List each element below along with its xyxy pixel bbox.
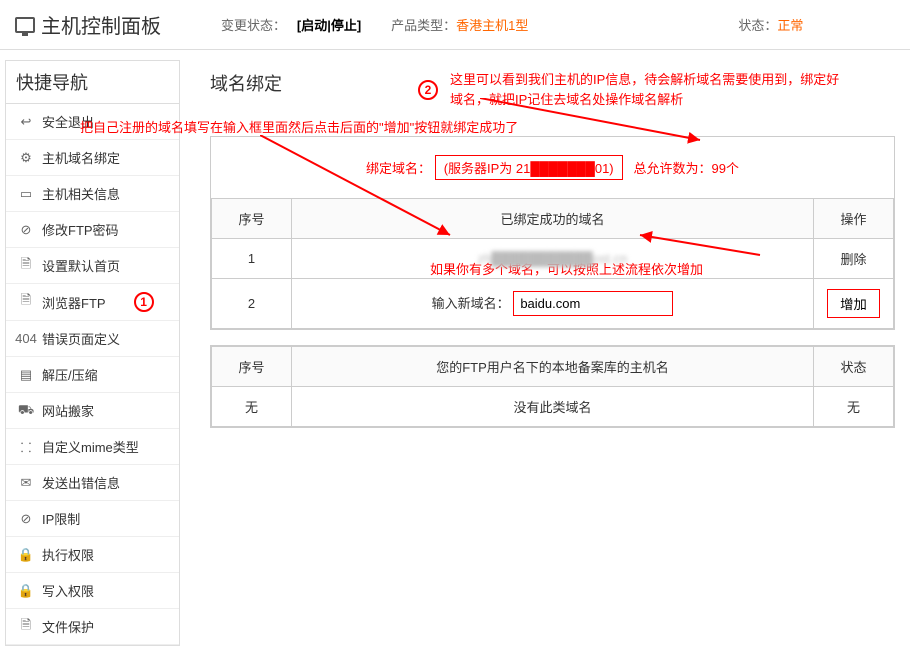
domain-panel: 绑定域名： (服务器IP为 21███████01) 总允许数为：99个 序号 … xyxy=(210,136,895,330)
nav-icon: ↩ xyxy=(18,114,34,130)
nav-icon: ⸬ xyxy=(18,439,34,455)
sidebar-item-6[interactable]: 404 错误页面定义 xyxy=(6,321,179,357)
sidebar-item-13[interactable]: 🔒 写入权限 xyxy=(6,573,179,609)
th-sn: 序号 xyxy=(212,199,292,239)
sidebar-item-4[interactable]: 🗎 设置默认首页 xyxy=(6,248,179,284)
header-meta: 变更状态： [启动|停止] 产品类型：香港主机1型 状态：正常 xyxy=(221,15,803,34)
nav-icon: 🗎 xyxy=(18,294,34,310)
nav-icon: 🗎 xyxy=(18,258,34,274)
status-badge: 正常 xyxy=(777,18,803,33)
delete-button[interactable]: 删除 xyxy=(840,252,866,267)
sidebar: 快捷导航 ↩安全退出⚙主机域名绑定▭主机相关信息⊘修改FTP密码🗎设置默认首页🗎… xyxy=(5,60,180,646)
nav-icon: 🔒 xyxy=(18,583,34,599)
main-content: 域名绑定 2 这里可以看到我们主机的IP信息，待会解析域名需要使用到，绑定好域名… xyxy=(180,50,910,646)
sidebar-item-3[interactable]: ⊘ 修改FTP密码 xyxy=(6,212,179,248)
annotation-badge-1: 1 xyxy=(134,292,154,312)
nav-icon: ⛟ xyxy=(18,403,34,419)
monitor-icon xyxy=(15,17,35,33)
sidebar-item-9[interactable]: ⸬ 自定义mime类型 xyxy=(6,429,179,465)
new-domain-input[interactable] xyxy=(513,291,673,316)
sidebar-item-1[interactable]: ⚙ 主机域名绑定 xyxy=(6,140,179,176)
sidebar-item-label: 自定义mime类型 xyxy=(42,437,139,456)
product-type: 香港主机1型 xyxy=(456,18,528,33)
sidebar-item-label: 发送出错信息 xyxy=(42,473,120,492)
sidebar-item-label: 主机域名绑定 xyxy=(42,148,120,167)
sidebar-item-2[interactable]: ▭ 主机相关信息 xyxy=(6,176,179,212)
sidebar-item-label: 写入权限 xyxy=(42,581,94,600)
sidebar-item-5[interactable]: 🗎 浏览器FTP 1 xyxy=(6,284,179,321)
sidebar-item-11[interactable]: ⊘ IP限制 xyxy=(6,501,179,537)
ftp-panel: 序号 您的FTP用户名下的本地备案库的主机名 状态 无 没有此类域名 无 xyxy=(210,345,895,428)
sidebar-item-12[interactable]: 🔒 执行权限 xyxy=(6,537,179,573)
sidebar-item-10[interactable]: ✉ 发送出错信息 xyxy=(6,465,179,501)
nav-icon: ▤ xyxy=(18,367,34,383)
sidebar-item-label: 修改FTP密码 xyxy=(42,220,119,239)
th-domain: 已绑定成功的域名 xyxy=(292,199,814,239)
table-row: 无 没有此类域名 无 xyxy=(212,387,894,427)
nav-icon: ⊘ xyxy=(18,222,34,238)
header: 主机控制面板 变更状态： [启动|停止] 产品类型：香港主机1型 状态：正常 xyxy=(0,0,910,50)
sidebar-item-7[interactable]: ▤ 解压/压缩 xyxy=(6,357,179,393)
annotation-badge-2: 2 xyxy=(418,80,438,100)
sidebar-item-label: 执行权限 xyxy=(42,545,94,564)
sidebar-item-label: 设置默认首页 xyxy=(42,256,120,275)
ftp-domain-table: 序号 您的FTP用户名下的本地备案库的主机名 状态 无 没有此类域名 无 xyxy=(211,346,894,427)
nav-icon: ▭ xyxy=(18,186,34,202)
nav-icon: ⚙ xyxy=(18,150,34,166)
bind-info-row: 绑定域名： (服务器IP为 21███████01) 总允许数为：99个 xyxy=(211,137,894,198)
annotation-1: 把自己注册的域名填写在输入框里面然后点击后面的"增加"按钮就绑定成功了 xyxy=(80,118,530,138)
toggle-state[interactable]: [启动|停止] xyxy=(297,18,361,33)
sidebar-item-8[interactable]: ⛟ 网站搬家 xyxy=(6,393,179,429)
sidebar-item-label: 主机相关信息 xyxy=(42,184,120,203)
page-title: 主机控制面板 xyxy=(15,10,161,39)
sidebar-item-label: 文件保护 xyxy=(42,617,94,636)
add-button[interactable]: 增加 xyxy=(827,289,880,318)
sidebar-item-label: IP限制 xyxy=(42,509,80,528)
sidebar-title: 快捷导航 xyxy=(6,61,179,104)
th-op: 操作 xyxy=(814,199,894,239)
nav-icon: 🗎 xyxy=(18,619,34,635)
sidebar-item-label: 浏览器FTP xyxy=(42,293,106,312)
annotation-2: 这里可以看到我们主机的IP信息，待会解析域名需要使用到，绑定好域名，就把IP记住… xyxy=(450,70,850,109)
sidebar-item-label: 网站搬家 xyxy=(42,401,94,420)
table-row: 2 输入新域名： 增加 xyxy=(212,279,894,329)
nav-icon: 🔒 xyxy=(18,547,34,563)
nav-icon: ✉ xyxy=(18,475,34,491)
nav-icon: ⊘ xyxy=(18,511,34,527)
sidebar-item-label: 错误页面定义 xyxy=(42,329,120,348)
nav-icon: 404 xyxy=(18,331,34,347)
sidebar-item-14[interactable]: 🗎 文件保护 xyxy=(6,609,179,645)
sidebar-item-label: 解压/压缩 xyxy=(42,365,98,384)
